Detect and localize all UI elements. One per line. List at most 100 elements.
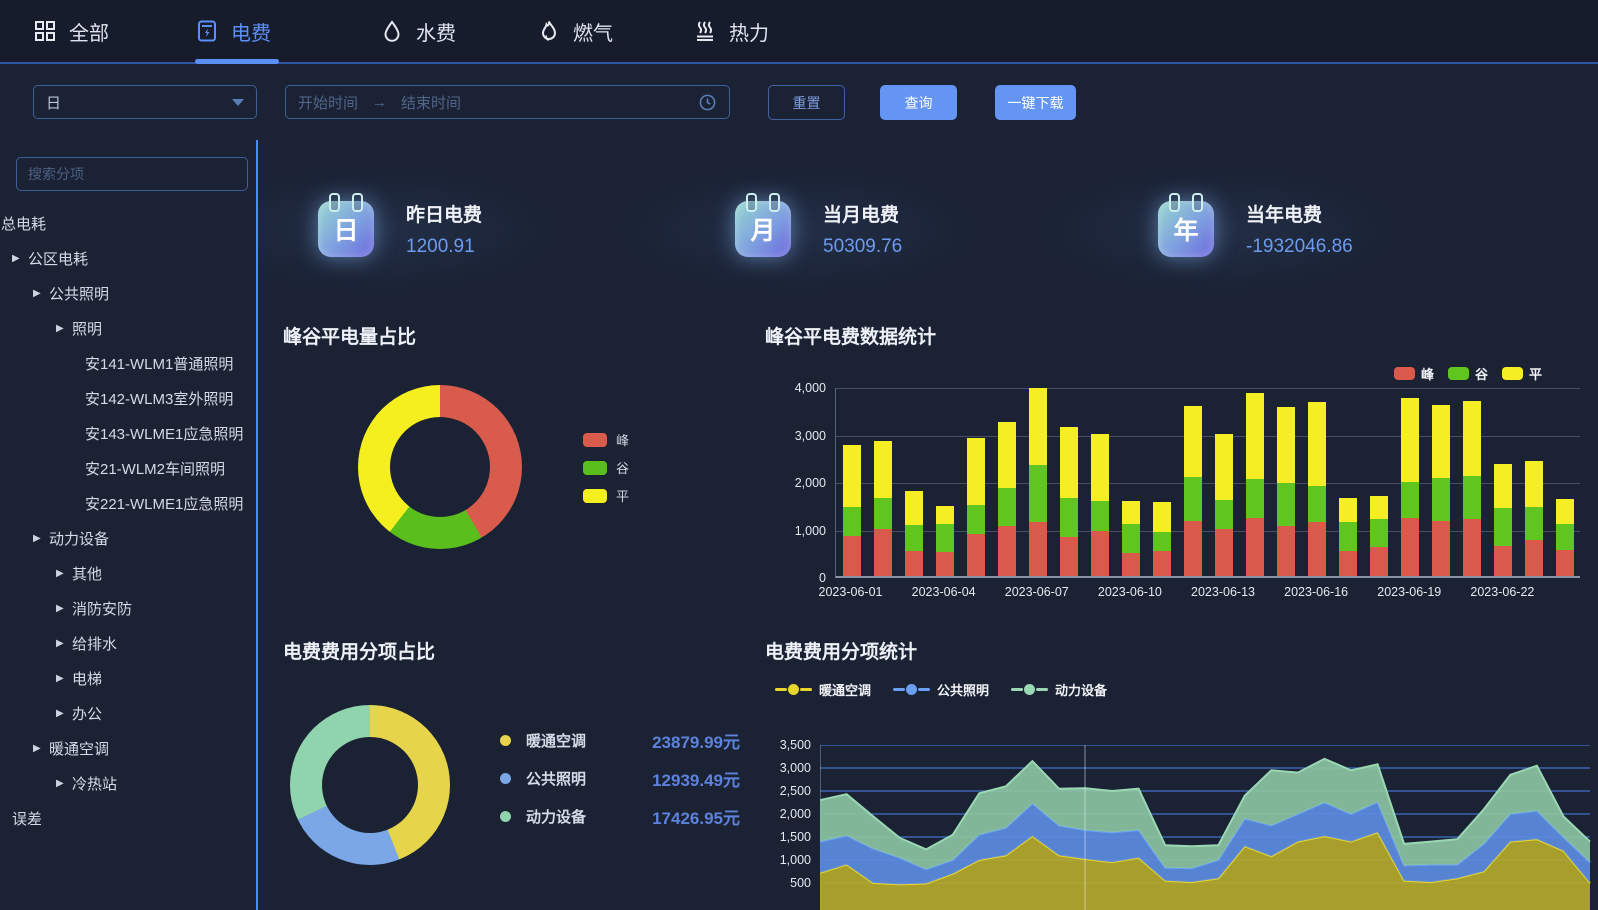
bar-segment-谷[interactable] (1556, 524, 1574, 551)
query-button[interactable]: 查询 (880, 85, 957, 120)
tree-item[interactable]: ▶公区电耗 (0, 241, 258, 276)
search-input[interactable] (16, 157, 248, 191)
caret-right-icon[interactable]: ▶ (33, 288, 49, 299)
bar-segment-谷[interactable] (1432, 478, 1450, 521)
bar-segment-平[interactable] (1339, 498, 1357, 523)
tree-item[interactable]: 安221-WLME1应急照明 (0, 486, 258, 521)
bar-segment-谷[interactable] (1122, 524, 1140, 553)
tree-item[interactable]: ▶其他 (0, 556, 258, 591)
bar-segment-平[interactable] (1525, 461, 1543, 507)
legend-item[interactable]: 公共照明 (893, 680, 989, 699)
bar-segment-峰[interactable] (843, 536, 861, 576)
tab-all[interactable]: 全部 (33, 0, 109, 62)
caret-right-icon[interactable]: ▶ (56, 323, 72, 334)
bar-segment-平[interactable] (843, 445, 861, 507)
tree-item[interactable]: 安143-WLME1应急照明 (0, 416, 258, 451)
bar-segment-平[interactable] (1153, 502, 1171, 532)
caret-right-icon[interactable]: ▶ (33, 533, 49, 544)
bar-segment-谷[interactable] (843, 507, 861, 536)
bar-segment-谷[interactable] (1029, 465, 1047, 522)
bar-segment-峰[interactable] (1339, 551, 1357, 576)
tab-water[interactable]: 水费 (380, 0, 456, 62)
caret-right-icon[interactable]: ▶ (56, 603, 72, 614)
bar-segment-谷[interactable] (1339, 522, 1357, 551)
legend-item[interactable]: 暖通空调 (775, 680, 871, 699)
bar-segment-峰[interactable] (998, 526, 1016, 576)
fee-breakdown-area-chart[interactable] (820, 745, 1598, 910)
bar-segment-谷[interactable] (1215, 500, 1233, 529)
legend-item[interactable]: 动力设备 (1011, 680, 1107, 699)
reset-button[interactable]: 重置 (768, 85, 845, 120)
tree-item[interactable]: ▶公共照明 (0, 276, 258, 311)
bar-segment-平[interactable] (1277, 407, 1295, 483)
bar-segment-峰[interactable] (1122, 553, 1140, 576)
bar-segment-平[interactable] (1494, 464, 1512, 507)
bar-segment-平[interactable] (1060, 427, 1078, 497)
legend-item[interactable]: 谷 (583, 458, 629, 477)
bar-segment-谷[interactable] (936, 524, 954, 552)
bar-segment-峰[interactable] (1246, 518, 1264, 576)
bar-segment-谷[interactable] (1184, 477, 1202, 521)
caret-right-icon[interactable]: ▶ (56, 778, 72, 789)
granularity-select[interactable]: 日 (33, 85, 257, 119)
bar-segment-峰[interactable] (905, 551, 923, 576)
bar-segment-谷[interactable] (1153, 532, 1171, 551)
legend-item[interactable]: 谷 (1448, 364, 1488, 383)
bar-segment-谷[interactable] (1308, 486, 1326, 523)
fee-breakdown-donut-chart[interactable] (290, 705, 450, 865)
bar-segment-峰[interactable] (1494, 546, 1512, 576)
bar-segment-平[interactable] (1246, 393, 1264, 479)
tree-item[interactable]: ▶消防安防 (0, 591, 258, 626)
bar-segment-谷[interactable] (874, 498, 892, 529)
bar-segment-平[interactable] (1215, 434, 1233, 501)
bar-segment-谷[interactable] (1060, 498, 1078, 537)
bar-segment-平[interactable] (1308, 402, 1326, 486)
legend-item[interactable]: 暖通空调23879.99元 (500, 728, 740, 752)
legend-item[interactable]: 动力设备17426.95元 (500, 804, 740, 828)
bar-segment-平[interactable] (905, 491, 923, 525)
date-range-input[interactable]: 开始时间 → 结束时间 (285, 85, 730, 119)
tree-item[interactable]: ▶冷热站 (0, 766, 258, 801)
bar-segment-谷[interactable] (1494, 508, 1512, 546)
bar-segment-平[interactable] (1463, 401, 1481, 476)
bar-segment-谷[interactable] (1277, 483, 1295, 525)
tree-item[interactable]: ▶电梯 (0, 661, 258, 696)
tree-item[interactable]: ▶给排水 (0, 626, 258, 661)
bar-segment-峰[interactable] (1153, 551, 1171, 576)
legend-item[interactable]: 峰 (583, 430, 629, 449)
bar-segment-平[interactable] (1432, 405, 1450, 478)
bar-segment-平[interactable] (1401, 398, 1419, 483)
bar-segment-峰[interactable] (1308, 522, 1326, 576)
bar-segment-峰[interactable] (874, 529, 892, 577)
bar-segment-谷[interactable] (1525, 507, 1543, 540)
tab-gas[interactable]: 燃气 (537, 0, 613, 62)
bar-segment-平[interactable] (1556, 499, 1574, 524)
bar-segment-谷[interactable] (1463, 476, 1481, 519)
tree-item[interactable]: 误差 (0, 801, 258, 836)
peak-valley-donut-chart[interactable] (358, 385, 522, 549)
bar-segment-平[interactable] (967, 438, 985, 505)
bar-segment-谷[interactable] (1370, 519, 1388, 547)
caret-right-icon[interactable]: ▶ (56, 708, 72, 719)
tree-item[interactable]: ▶暖通空调 (0, 731, 258, 766)
peak-valley-bar-chart[interactable] (835, 388, 1580, 578)
bar-segment-峰[interactable] (1091, 531, 1109, 576)
bar-segment-峰[interactable] (1277, 526, 1295, 576)
bar-segment-平[interactable] (1122, 501, 1140, 524)
bar-segment-峰[interactable] (1215, 529, 1233, 576)
legend-item[interactable]: 平 (1502, 364, 1542, 383)
bar-segment-谷[interactable] (1246, 479, 1264, 518)
tab-heat[interactable]: 热力 (693, 0, 769, 62)
bar-segment-峰[interactable] (1370, 547, 1388, 576)
tree-item[interactable]: ▶照明 (0, 311, 258, 346)
bar-segment-峰[interactable] (1060, 537, 1078, 576)
tab-electricity[interactable]: 电费 (195, 0, 271, 62)
bar-segment-峰[interactable] (1401, 518, 1419, 576)
caret-right-icon[interactable]: ▶ (33, 743, 49, 754)
bar-segment-平[interactable] (1370, 496, 1388, 519)
download-button[interactable]: 一键下载 (995, 85, 1076, 120)
legend-item[interactable]: 平 (583, 486, 629, 505)
bar-segment-峰[interactable] (1184, 521, 1202, 576)
caret-right-icon[interactable]: ▶ (56, 568, 72, 579)
bar-segment-峰[interactable] (967, 534, 985, 576)
